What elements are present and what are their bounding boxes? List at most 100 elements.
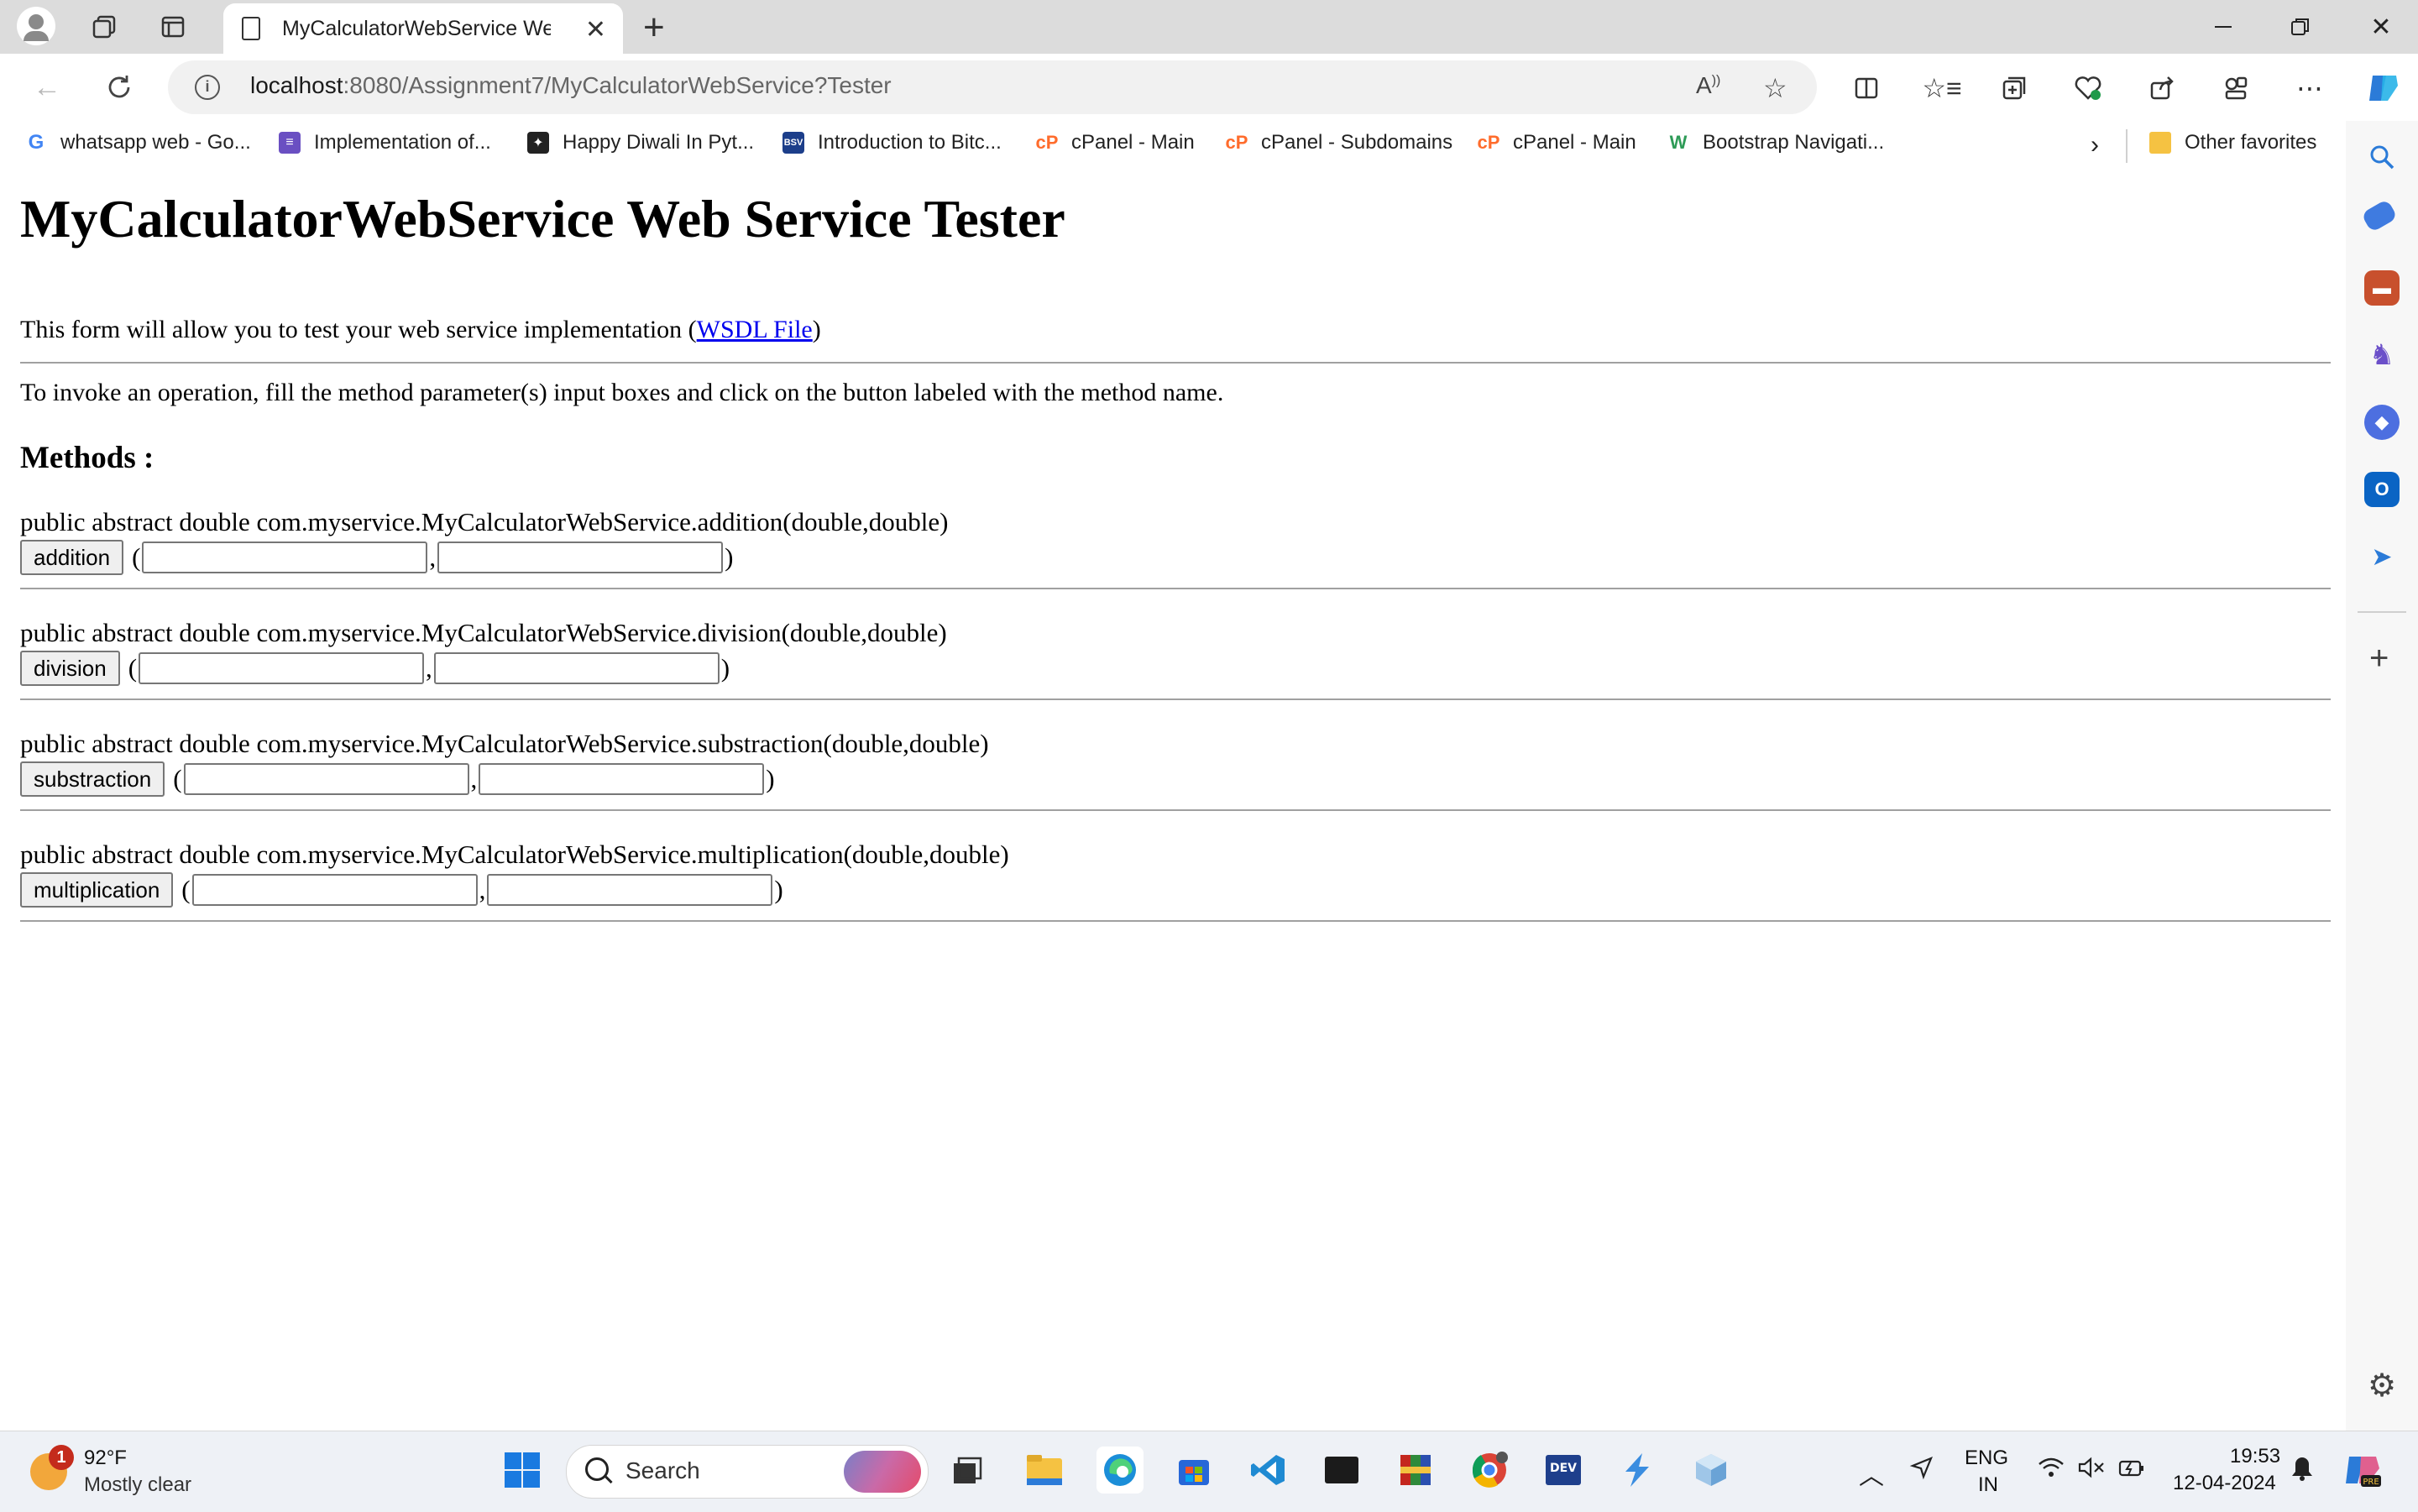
tab-active[interactable]: MyCalculatorWebService Web Se ✕ xyxy=(223,3,623,54)
substraction-param1-input[interactable] xyxy=(183,763,469,795)
dev-cpp-icon[interactable]: DEV xyxy=(1540,1447,1587,1494)
sidebar-divider xyxy=(2358,611,2406,613)
division-button[interactable]: division xyxy=(20,651,120,686)
bookmark-item[interactable]: BSV Introduction to Bitc... xyxy=(782,131,1002,154)
bookmark-item[interactable]: ≡ Implementation of... xyxy=(279,131,491,154)
document-icon xyxy=(242,17,260,40)
paren-open: ( xyxy=(132,542,141,572)
profile-icon[interactable] xyxy=(17,7,55,45)
addition-param2-input[interactable] xyxy=(437,541,724,573)
chrome-icon[interactable] xyxy=(1466,1447,1513,1494)
workspaces-icon[interactable] xyxy=(87,10,121,44)
show-hidden-icons-chevron-icon[interactable]: ︿ xyxy=(1859,1455,1884,1492)
other-favorites[interactable]: Other favorites xyxy=(2149,131,2316,154)
more-menu-icon[interactable]: ⋯ xyxy=(2290,69,2329,107)
wsdl-link[interactable]: WSDL File xyxy=(697,316,813,343)
minimize-button[interactable] xyxy=(2198,8,2248,45)
url-text[interactable]: localhost:8080/Assignment7/MyCalculatorW… xyxy=(250,72,892,99)
bookmark-label: Implementation of... xyxy=(314,131,491,154)
restore-button[interactable] xyxy=(2275,8,2326,45)
winrar-icon[interactable] xyxy=(1392,1447,1439,1494)
substraction-button[interactable]: substraction xyxy=(20,761,165,797)
vscode-icon[interactable] xyxy=(1244,1447,1291,1494)
multiplication-param2-input[interactable] xyxy=(487,874,773,906)
clock-time[interactable]: 19:53 xyxy=(2230,1445,2280,1468)
methods-heading: Methods : xyxy=(20,441,154,475)
method-row-substraction: substraction ( , ) xyxy=(20,761,775,798)
intro-text: This form will allow you to test your we… xyxy=(20,316,821,344)
addition-param1-input[interactable] xyxy=(142,541,428,573)
battery-charging-icon[interactable] xyxy=(2117,1455,2146,1487)
outlook-icon[interactable]: O xyxy=(2364,472,2400,507)
weather-condition: Mostly clear xyxy=(84,1473,192,1496)
bookmark-item[interactable]: cP cPanel - Main xyxy=(1478,131,1636,154)
add-sidebar-app-icon[interactable]: + xyxy=(2369,640,2389,678)
close-window-button[interactable]: ✕ xyxy=(2356,8,2406,45)
bookmark-item[interactable]: W Bootstrap Navigati... xyxy=(1667,131,1884,154)
send-drop-icon[interactable]: ➤ xyxy=(2364,539,2400,574)
taskbar-search[interactable]: Search xyxy=(566,1445,929,1499)
copilot-taskbar-icon[interactable]: PRE xyxy=(2342,1450,2383,1497)
volume-muted-icon[interactable] xyxy=(2077,1455,2106,1487)
bookmark-item[interactable]: G whatsapp web - Go... xyxy=(25,131,251,154)
bookmark-item[interactable]: cP cPanel - Main xyxy=(1036,131,1195,154)
tab-actions-icon[interactable] xyxy=(156,10,190,44)
power-automate-icon[interactable] xyxy=(1614,1447,1661,1494)
copilot-icon[interactable] xyxy=(2361,65,2406,111)
temperature: 92°F xyxy=(84,1447,127,1469)
language-code[interactable]: ENG xyxy=(1965,1447,2008,1470)
close-tab-icon[interactable]: ✕ xyxy=(585,15,606,44)
cpanel-icon: cP xyxy=(1225,132,1248,154)
bookmark-item[interactable]: cP cPanel - Subdomains xyxy=(1226,131,1452,154)
games-chess-icon[interactable]: ♞ xyxy=(2364,337,2400,373)
tools-briefcase-icon[interactable]: ▬ xyxy=(2364,270,2400,306)
share-icon[interactable] xyxy=(2143,69,2181,107)
multiplication-param1-input[interactable] xyxy=(191,874,478,906)
comma: , xyxy=(426,653,432,683)
paren-close: ) xyxy=(720,653,730,683)
address-bar[interactable]: i localhost:8080/Assignment7/MyCalculato… xyxy=(168,60,1817,114)
substraction-param2-input[interactable] xyxy=(479,763,765,795)
language-region[interactable]: IN xyxy=(1978,1473,1998,1497)
clock-date[interactable]: 12-04-2024 xyxy=(2173,1472,2276,1495)
paren-close: ) xyxy=(766,764,775,793)
shopping-tag-icon[interactable] xyxy=(2360,198,2399,233)
instructions-text: To invoke an operation, fill the method … xyxy=(20,379,1224,406)
favorites-bar: G whatsapp web - Go... ≡ Implementation … xyxy=(0,121,2418,171)
start-windows-icon[interactable] xyxy=(499,1447,546,1494)
microsoft-store-icon[interactable] xyxy=(1170,1447,1217,1494)
bookmark-item[interactable]: ✦ Happy Diwali In Pyt... xyxy=(527,131,754,154)
location-icon[interactable] xyxy=(1909,1455,1934,1487)
notifications-bell-icon[interactable] xyxy=(2290,1455,2314,1488)
edge-browser-icon[interactable] xyxy=(1096,1447,1144,1494)
task-view-icon[interactable] xyxy=(944,1447,991,1494)
search-icon[interactable] xyxy=(2364,139,2400,175)
division-param2-input[interactable] xyxy=(433,652,720,684)
favorites-icon[interactable]: ☆≡ xyxy=(1922,69,1961,107)
settings-gear-icon[interactable]: ⚙ xyxy=(2368,1367,2396,1405)
more-bookmarks-chevron-icon[interactable]: › xyxy=(2091,131,2099,160)
paren-open: ( xyxy=(128,653,138,683)
back-button[interactable]: ← xyxy=(29,69,65,106)
cube-app-icon[interactable] xyxy=(1688,1447,1735,1494)
paren-close: ) xyxy=(774,875,783,904)
division-param1-input[interactable] xyxy=(139,652,425,684)
divider xyxy=(20,809,2331,811)
microsoft-365-icon[interactable]: ◆ xyxy=(2364,405,2400,440)
wifi-icon[interactable] xyxy=(2037,1455,2065,1487)
terminal-icon[interactable] xyxy=(1318,1447,1365,1494)
multiplication-button[interactable]: multiplication xyxy=(20,872,174,908)
site-info-icon[interactable]: i xyxy=(195,75,220,100)
split-screen-icon[interactable] xyxy=(1847,69,1886,107)
favorite-star-icon[interactable]: ☆ xyxy=(1763,72,1787,104)
new-tab-button[interactable]: + xyxy=(643,7,665,49)
browser-essentials-icon[interactable] xyxy=(2069,69,2107,107)
addition-button[interactable]: addition xyxy=(20,540,124,575)
extensions-icon[interactable] xyxy=(2216,69,2255,107)
bookmark-label: whatsapp web - Go... xyxy=(60,131,251,154)
refresh-button[interactable] xyxy=(101,69,138,106)
edge-sidebar: ▬ ♞ ◆ O ➤ + ⚙ xyxy=(2346,121,2418,1431)
collections-icon[interactable] xyxy=(1995,69,2033,107)
read-aloud-icon[interactable]: A)) xyxy=(1696,72,1720,99)
file-explorer-icon[interactable] xyxy=(1021,1447,1068,1494)
